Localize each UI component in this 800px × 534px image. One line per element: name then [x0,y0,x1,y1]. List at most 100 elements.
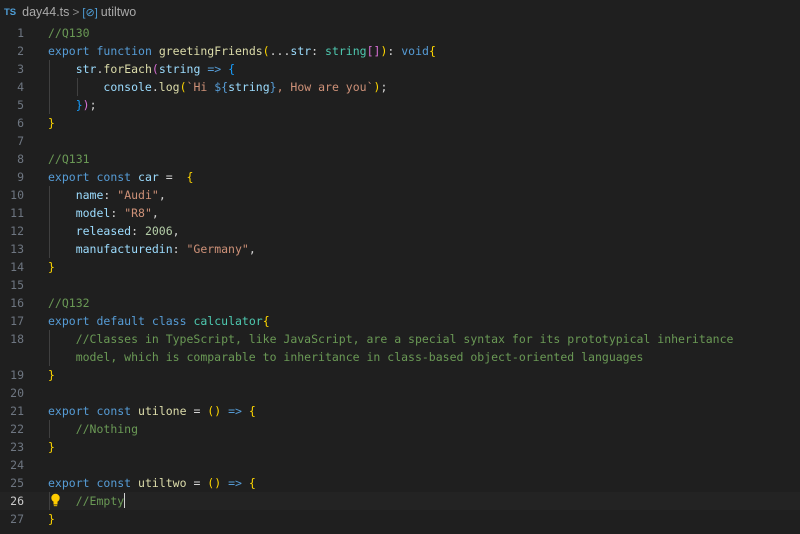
code-token: //Empty [75,494,125,508]
code-text: } [48,366,55,384]
code-token: : [311,44,326,58]
line-number: 10 [10,188,24,202]
code-line[interactable]: 9 export const car = { [0,168,800,186]
code-text: }); [48,96,97,114]
code-token: //Q130 [48,26,90,40]
code-editor[interactable]: 1//Q130 2 export function greetingFriends(… [0,24,800,534]
code-text: export default class calculator{ [48,312,270,330]
code-token: export [48,314,90,328]
code-token: "Germany" [186,242,249,256]
code-line[interactable]: 23} [0,438,800,456]
code-line[interactable]: 18 //Classes in TypeScript, like JavaScr… [0,330,800,348]
indent-guide [77,78,78,96]
code-token: => [228,404,242,418]
code-token: ( [151,62,159,76]
code-token: { [248,404,256,418]
code-line[interactable]: 22 //Nothing [0,420,800,438]
code-text: //Q130 [48,24,90,42]
code-line[interactable]: 25 export const utiltwo = () => { [0,474,800,492]
code-token: } [48,440,55,454]
code-line[interactable]: 27} [0,510,800,528]
code-token: . [151,80,159,94]
line-number: 25 [10,476,24,490]
code-line[interactable]: 13 manufacturedin: "Germany", [0,240,800,258]
code-line[interactable]: 11 model: "R8", [0,204,800,222]
code-token: export [48,44,90,58]
line-number: 6 [17,116,24,130]
code-line[interactable]: 3 str.forEach(string => { [0,60,800,78]
code-line[interactable]: 19} [0,366,800,384]
code-line[interactable]: 16 //Q132 [0,294,800,312]
code-token: , [158,188,166,202]
code-text: } [48,510,55,528]
code-token: string [228,80,270,94]
code-token: ... [269,44,291,58]
indent-guide [49,60,50,114]
code-token: { [262,314,270,328]
code-token: : [172,242,187,256]
code-token: console [103,80,152,94]
code-token: } [48,116,55,130]
code-line[interactable]: 20 [0,384,800,402]
code-line[interactable]: 17 export default class calculator{ [0,312,800,330]
code-line[interactable]: model, which is comparable to inheritanc… [0,348,800,366]
code-text: export const utilone = () => { [48,402,256,420]
code-token: () [207,476,222,490]
code-token: ) [82,98,90,112]
code-token: log [158,80,180,94]
code-line[interactable]: 15 [0,276,800,294]
code-line[interactable]: 21 export const utilone = () => { [0,402,800,420]
code-token: car [138,170,159,184]
code-line[interactable]: 7 [0,132,800,150]
code-token: manufacturedin [75,242,173,256]
code-line[interactable]: 12 released: 2006, [0,222,800,240]
code-token: ( [179,80,187,94]
code-token: string [158,62,201,76]
code-token: : [387,44,402,58]
code-token: export [48,476,90,490]
code-line[interactable]: 5 }); [0,96,800,114]
code-token: const [96,476,132,490]
code-token: //Nothing [75,422,139,436]
code-text: released: 2006, [48,222,180,240]
line-number: 9 [17,170,24,184]
code-text: //Classes in TypeScript, like JavaScript… [48,330,734,348]
code-line[interactable]: 10 name: "Audi", [0,186,800,204]
code-line[interactable]: 2 export function greetingFriends(...str:… [0,42,800,60]
code-token: = [186,476,208,490]
code-token: released [75,224,132,238]
code-line[interactable]: 8 //Q131 [0,150,800,168]
code-token: ; [89,98,97,112]
code-line[interactable]: 26 //Empty [0,492,800,510]
indent-guide [49,420,50,438]
code-token: , [248,242,256,256]
code-line[interactable]: 1 //Q130 [0,24,800,42]
breadcrumb-file[interactable]: day44.ts [22,5,69,19]
code-token: , [151,206,159,220]
code-token: = [158,170,187,184]
line-number: 12 [10,224,24,238]
code-line[interactable]: 4 console.log(`Hi ${string}, How are you… [0,78,800,96]
breadcrumb-symbol[interactable]: utiltwo [101,5,136,19]
code-token: { [228,62,236,76]
code-token: default [96,314,145,328]
code-token: //Classes in TypeScript, like JavaScript… [75,332,734,346]
code-line[interactable]: 6} [0,114,800,132]
code-token: 2006 [144,224,173,238]
code-token: : [110,206,125,220]
code-line[interactable]: 14} [0,258,800,276]
indent-guide [49,492,50,510]
line-number: 13 [10,242,24,256]
code-line[interactable]: 24 [0,456,800,474]
